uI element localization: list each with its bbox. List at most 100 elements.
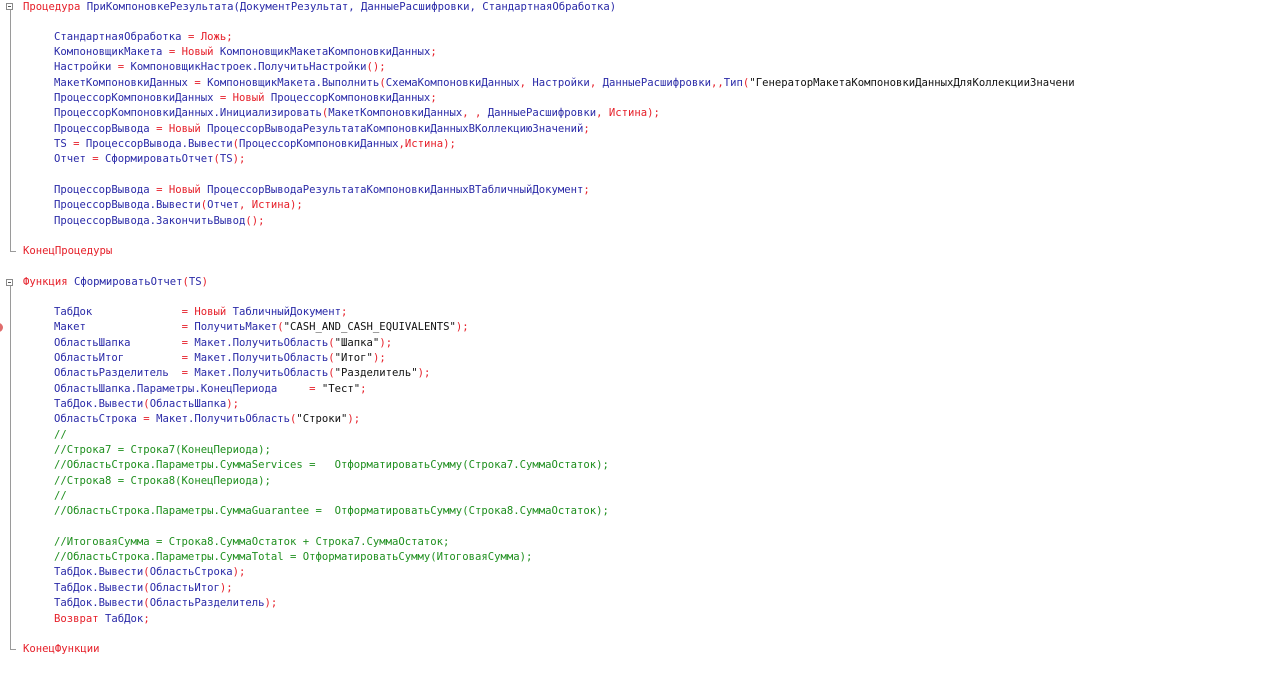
code-token: "Тест" xyxy=(321,383,361,395)
fold-end-marker xyxy=(10,649,16,650)
code-token: ПроцессорВыводаРезультатаКомпоновкиДанны… xyxy=(207,184,584,196)
code-token: ПроцессорВывода.Вывести xyxy=(54,199,201,211)
code-line[interactable]: //ОбластьСтрока.Параметры.СуммаServices … xyxy=(54,458,609,473)
code-line[interactable]: ТабДок.Вывести(ОбластьШапка); xyxy=(54,397,239,412)
code-token: ); xyxy=(455,321,469,333)
code-token: ; xyxy=(341,306,348,318)
code-token: Тип xyxy=(723,77,743,89)
code-line[interactable]: КомпоновщикМакета = Новый КомпоновщикМак… xyxy=(54,45,437,60)
code-line[interactable]: ОбластьШапка.Параметры.КонецПериода = "Т… xyxy=(54,382,367,397)
fold-collapse-icon[interactable] xyxy=(6,3,13,10)
code-token: Макет xyxy=(54,321,182,333)
code-token: ПроцессорВыводаРезультатаКомпоновкиДанны… xyxy=(207,123,584,135)
code-token: ПроцессорКомпоновкиДанных.Инициализирова… xyxy=(54,107,322,119)
code-token: ОбластьИтог xyxy=(54,352,182,364)
code-token: СхемаКомпоновкиДанных xyxy=(385,77,520,89)
fold-end-marker xyxy=(10,251,16,252)
code-token: ); xyxy=(347,413,361,425)
code-line[interactable]: ТабДок.Вывести(ОбластьСтрока); xyxy=(54,565,245,580)
code-line[interactable]: МакетКомпоновкиДанных = КомпоновщикМакет… xyxy=(54,76,1075,91)
code-line[interactable]: // xyxy=(54,489,67,504)
code-token: (); xyxy=(245,215,265,227)
breakpoint-icon[interactable] xyxy=(0,323,3,332)
code-token: //Строка7 = Строка7(КонецПериода); xyxy=(54,444,271,456)
code-token: Процедура xyxy=(23,1,87,13)
code-line[interactable]: ТабДок.Вывести(ОбластьРазделитель); xyxy=(54,596,277,611)
code-token: //ОбластьСтрока.Параметры.СуммаGuarantee… xyxy=(54,505,609,517)
code-line[interactable]: ОбластьСтрока = Макет.ПолучитьОбласть("С… xyxy=(54,412,360,427)
code-token: = Новый xyxy=(168,46,220,58)
code-token: СтандартнаяОбработка xyxy=(54,31,188,43)
code-line[interactable]: ТабДок = Новый ТабличныйДокумент; xyxy=(54,305,347,320)
code-line[interactable]: ПроцессорВывода.ЗакончитьВывод(); xyxy=(54,214,264,229)
code-line[interactable]: ПроцессорВывода.Вывести(Отчет, Истина); xyxy=(54,198,303,213)
code-line[interactable]: Настройки = КомпоновщикНастроек.Получить… xyxy=(54,60,386,75)
code-token: ; xyxy=(430,92,437,104)
code-line[interactable]: ПроцессорКомпоновкиДанных = Новый Процес… xyxy=(54,91,437,106)
code-token: ); xyxy=(264,597,278,609)
code-token: Макет.ПолучитьОбласть xyxy=(194,352,329,364)
code-token: ОбластьШапка xyxy=(149,398,227,410)
code-token: ТабДок.Вывести xyxy=(54,597,144,609)
code-token: ТабДок.Вывести xyxy=(54,398,144,410)
code-token: ); xyxy=(379,337,393,349)
code-line[interactable]: //ОбластьСтрока.Параметры.СуммаTotal = О… xyxy=(54,550,532,565)
code-token: (); xyxy=(366,61,386,73)
code-token: = Новый xyxy=(156,123,208,135)
code-token: КомпоновщикНастроек.ПолучитьНастройки xyxy=(130,61,367,73)
code-token: , Истина); xyxy=(596,107,660,119)
code-line[interactable]: ПроцессорВывода = Новый ПроцессорВыводаР… xyxy=(54,122,590,137)
code-token: ПроцессорВывода.ЗакончитьВывод xyxy=(54,215,246,227)
code-token: Отчет xyxy=(54,153,93,165)
code-line[interactable]: ТабДок.Вывести(ОбластьИтог); xyxy=(54,581,233,596)
code-token: ПроцессорВывода xyxy=(54,184,157,196)
code-line[interactable]: //Строка7 = Строка7(КонецПериода); xyxy=(54,443,271,458)
code-line[interactable]: //ИтоговаяСумма = Строка8.СуммаОстаток +… xyxy=(54,535,449,550)
code-line[interactable]: //ОбластьСтрока.Параметры.СуммаGuarantee… xyxy=(54,504,609,519)
code-editor[interactable]: Процедура ПриКомпоновкеРезультата(Докуме… xyxy=(0,0,1280,674)
code-line[interactable]: СтандартнаяОбработка = Ложь; xyxy=(54,30,233,45)
code-line[interactable]: ОбластьИтог = Макет.ПолучитьОбласть("Ито… xyxy=(54,351,386,366)
code-token: ДанныеРасшифровки xyxy=(602,77,712,89)
code-token: "ГенераторМакетаКомпоновкиДанныхДляКолле… xyxy=(749,77,1075,89)
code-token: //ОбластьСтрока.Параметры.СуммаTotal = О… xyxy=(54,551,533,563)
code-line[interactable]: //Строка8 = Строка8(КонецПериода); xyxy=(54,474,271,489)
code-token: ТабДок xyxy=(105,613,144,625)
code-token: ПолучитьМакет xyxy=(194,321,278,333)
code-token: ПроцессорКомпоновкиДанных xyxy=(270,92,431,104)
code-token: ПриКомпоновкеРезультата(ДокументРезульта… xyxy=(86,1,617,13)
code-token: КомпоновщикМакета.Выполнить xyxy=(207,77,380,89)
code-line[interactable]: Процедура ПриКомпоновкеРезультата(Докуме… xyxy=(23,0,616,15)
code-line[interactable]: КонецПроцедуры xyxy=(23,244,112,259)
code-token: = xyxy=(181,337,195,349)
code-line[interactable]: Возврат ТабДок; xyxy=(54,612,150,627)
code-token: ); xyxy=(219,582,233,594)
code-token: TS xyxy=(219,153,233,165)
code-token: "Шапка" xyxy=(334,337,380,349)
code-line[interactable]: TS = ПроцессорВывода.Вывести(ПроцессорКо… xyxy=(54,137,456,152)
code-line[interactable]: Макет = ПолучитьМакет("CASH_AND_CASH_EQU… xyxy=(54,320,469,335)
code-token: ПроцессорВывода xyxy=(54,123,157,135)
code-line[interactable]: ОбластьРазделитель = Макет.ПолучитьОблас… xyxy=(54,366,430,381)
code-token: = xyxy=(181,352,195,364)
code-token: = xyxy=(309,383,322,395)
code-token: ); xyxy=(226,398,239,410)
code-token: МакетКомпоновкиДанных xyxy=(54,77,195,89)
code-line[interactable]: ПроцессорВывода = Новый ПроцессорВыводаР… xyxy=(54,183,590,198)
code-token: //ИтоговаяСумма = Строка8.СуммаОстаток +… xyxy=(54,536,450,548)
code-token: "Итог" xyxy=(334,352,373,364)
code-token: // xyxy=(54,490,67,502)
code-line[interactable]: // xyxy=(54,428,67,443)
code-line[interactable]: ПроцессорКомпоновкиДанных.Инициализирова… xyxy=(54,106,660,121)
code-line[interactable]: Отчет = СформироватьОтчет(TS); xyxy=(54,152,245,167)
code-line[interactable]: ОбластьШапка = Макет.ПолучитьОбласть("Ша… xyxy=(54,336,392,351)
code-token: ); xyxy=(417,367,431,379)
code-token: Настройки xyxy=(54,61,118,73)
code-token: = xyxy=(181,321,195,333)
code-token: ТабДок.Вывести xyxy=(54,582,144,594)
code-token: ); xyxy=(232,153,246,165)
code-line[interactable]: Функция СформироватьОтчет(TS) xyxy=(23,275,208,290)
fold-collapse-icon[interactable] xyxy=(6,279,13,286)
code-token: "Строки" xyxy=(296,413,348,425)
code-line[interactable]: КонецФункции xyxy=(23,642,100,657)
